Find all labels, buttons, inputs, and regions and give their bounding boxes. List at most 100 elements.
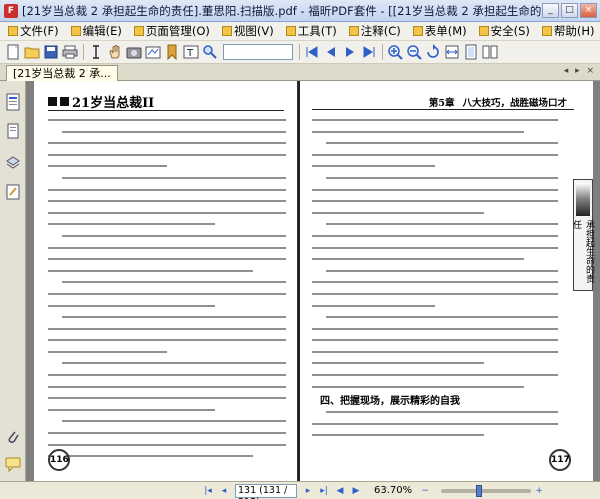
bookmark-button[interactable] [163, 43, 181, 61]
rotate-button[interactable] [424, 43, 442, 61]
menu-item-7[interactable]: 安全(S) [473, 23, 536, 39]
fit-width-button[interactable] [443, 43, 461, 61]
text-line [48, 374, 286, 377]
toolbar-separator [382, 44, 383, 60]
text-line [48, 269, 253, 272]
zoom-in-button[interactable] [386, 43, 404, 61]
zoom-slider[interactable] [441, 484, 532, 497]
comments-panel-icon[interactable] [5, 455, 21, 473]
text-line [48, 200, 286, 203]
forward-view-button[interactable]: ▶ [349, 484, 363, 498]
text-line [48, 455, 253, 458]
find-button[interactable] [201, 43, 219, 61]
text-line [326, 142, 558, 145]
text-line [62, 176, 286, 179]
menu-item-5[interactable]: 注释(C) [343, 23, 407, 39]
text-line [326, 269, 558, 272]
document-view[interactable]: 21岁当总裁II 116 第5章 八大技巧，战胜磁场口才 四、把握现场，展示精彩… [26, 81, 600, 481]
prev-page-button[interactable]: ◂ [217, 484, 231, 498]
menu-item-2[interactable]: 页面管理(O) [128, 23, 216, 39]
plus-icon: + [535, 485, 543, 496]
page-thumbnails-icon[interactable] [5, 123, 21, 141]
hand-tool-button[interactable] [106, 43, 124, 61]
status-bar: |◂ ◂ 131 (131 / 215) ▸ ▸| ◀ ▶ 63.70% − + [0, 481, 600, 499]
text-line [312, 281, 558, 284]
menu-item-label: 页面管理(O) [145, 24, 210, 38]
link-button[interactable] [144, 43, 162, 61]
fit-page-icon [465, 44, 477, 60]
menu-item-label: 注释(C) [360, 24, 401, 38]
zoom-level: 63.70% [374, 485, 413, 496]
menu-item-8[interactable]: 帮助(H) [536, 23, 600, 39]
right-page-text-top [312, 119, 558, 397]
bookmarks-panel-icon[interactable] [5, 93, 21, 111]
print-icon [62, 45, 78, 59]
close-button[interactable]: × [580, 3, 597, 18]
text-line [48, 258, 286, 261]
menu-icon [221, 26, 232, 36]
tab-navigation[interactable]: ◂ ▸ × [564, 66, 596, 76]
fit-page-button[interactable] [462, 43, 480, 61]
menu-item-3[interactable]: 视图(V) [216, 23, 280, 39]
two-page-button[interactable] [481, 43, 499, 61]
title-bar: F [21岁当总裁 2 承担起生命的责任].董思阳.扫描版.pdf - 福昕PD… [0, 0, 600, 22]
app-logo-icon: F [4, 3, 18, 18]
minimize-button[interactable]: _ [542, 3, 559, 18]
right-header-chapter: 第5章 [428, 98, 455, 109]
open-folder-button[interactable] [23, 43, 41, 61]
text-line [312, 374, 558, 377]
menu-item-1[interactable]: 编辑(E) [65, 23, 128, 39]
menu-icon [70, 26, 81, 36]
menu-item-4[interactable]: 工具(T) [280, 23, 343, 39]
text-line [312, 434, 485, 437]
open-folder-icon [24, 47, 40, 59]
nav-next-button[interactable] [341, 43, 359, 61]
zoom-out-button[interactable]: − [418, 484, 432, 498]
nav-last-button[interactable] [360, 43, 378, 61]
page-right: 第5章 八大技巧，战胜磁场口才 四、把握现场，展示精彩的自我 承担起生命的责任 … [300, 81, 594, 481]
text-tool-button[interactable]: T [182, 43, 200, 61]
menu-item-label: 帮助(H) [553, 24, 595, 38]
page-number-input[interactable]: 131 (131 / 215) [235, 483, 297, 499]
left-header-text: 21岁当总裁II [72, 96, 155, 111]
snapshot-icon [126, 47, 142, 59]
text-line [62, 316, 286, 319]
back-view-button[interactable]: ◀ [333, 484, 347, 498]
text-line [48, 211, 286, 214]
select-text-button[interactable] [87, 43, 105, 61]
text-line [312, 385, 524, 388]
layers-panel-icon[interactable] [5, 153, 21, 171]
text-line [48, 385, 286, 388]
next-page-button[interactable]: ▸ [301, 484, 315, 498]
maximize-button[interactable]: □ [561, 3, 578, 18]
annotations-panel-icon[interactable] [5, 183, 21, 201]
zoom-in-button[interactable]: + [532, 484, 546, 498]
nav-prev-button[interactable] [322, 43, 340, 61]
print-button[interactable] [61, 43, 79, 61]
nav-first-button[interactable] [303, 43, 321, 61]
rotate-icon [427, 44, 439, 58]
text-tool-icon: T [183, 45, 199, 59]
text-line [312, 327, 558, 330]
last-page-button[interactable]: ▸| [317, 484, 331, 498]
search-input[interactable] [223, 44, 293, 60]
attachments-panel-icon[interactable] [5, 429, 21, 447]
text-line [312, 211, 485, 214]
nav-first-icon [306, 46, 318, 58]
menu-item-6[interactable]: 表单(M) [407, 23, 473, 39]
save-button[interactable] [42, 43, 60, 61]
text-line [312, 188, 558, 191]
header-rule [312, 109, 574, 110]
new-doc-button[interactable] [4, 43, 22, 61]
document-tab[interactable]: [21岁当总裁 2 承... [6, 65, 118, 81]
text-line [62, 130, 286, 133]
new-doc-icon [7, 44, 19, 60]
chapter-side-tab: 承担起生命的责任 [571, 179, 594, 291]
first-page-button[interactable]: |◂ [201, 484, 215, 498]
menu-icon [541, 26, 552, 36]
zoom-slider-handle[interactable] [476, 484, 483, 497]
zoom-out-button[interactable] [405, 43, 423, 61]
main-toolbar: T [0, 41, 600, 64]
menu-item-0[interactable]: 文件(F) [2, 23, 65, 39]
snapshot-button[interactable] [125, 43, 143, 61]
